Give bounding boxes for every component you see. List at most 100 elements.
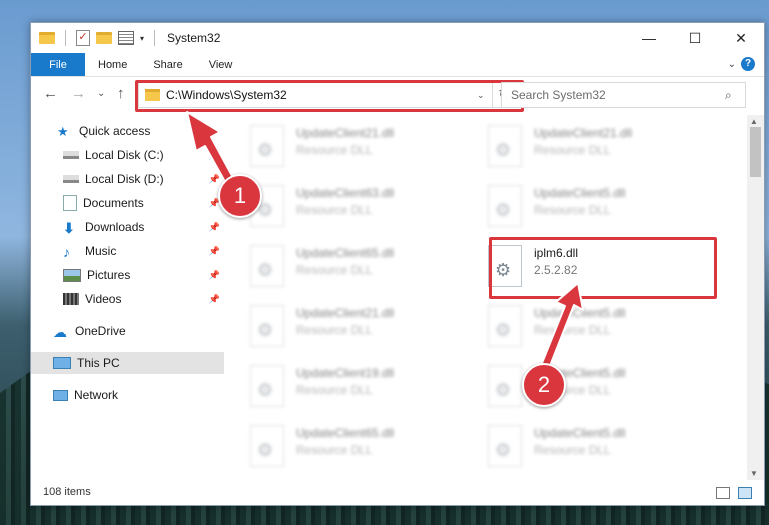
file-tile[interactable]: UpdateClient21.dll Resource DLL — [250, 121, 480, 173]
file-tile[interactable]: UpdateClient5.dll Resource DLL — [488, 301, 718, 353]
details-view-icon[interactable] — [716, 487, 730, 499]
file-tile[interactable]: UpdateClient5.dll Resource DLL — [488, 181, 718, 233]
sidebar-item-label: Downloads — [85, 220, 145, 234]
sidebar-item-downloads[interactable]: ⬇ Downloads 📌 — [31, 216, 224, 238]
drive-icon — [63, 175, 79, 183]
tab-share[interactable]: Share — [140, 53, 195, 76]
file-tile[interactable]: UpdateClient21.dll Resource DLL — [488, 121, 718, 173]
documents-icon — [63, 195, 77, 211]
navigation-pane: ★ Quick access Local Disk (C:) 📌 Local D… — [31, 115, 224, 475]
forward-arrow-icon[interactable]: → — [71, 85, 86, 102]
music-icon: ♪ — [63, 244, 70, 260]
recent-locations-icon[interactable]: ⌄ — [97, 88, 105, 99]
file-name: UpdateClient21.dll — [534, 126, 633, 140]
sidebar-item-pictures[interactable]: Pictures 📌 — [31, 264, 224, 286]
scroll-down-icon[interactable]: ▼ — [750, 469, 758, 478]
search-input[interactable]: Search System32 — [511, 88, 725, 102]
file-description: Resource DLL — [296, 383, 373, 397]
step-1-badge: 1 — [218, 174, 262, 218]
sidebar-item-label: Local Disk (C:) — [85, 148, 164, 162]
pin-icon[interactable]: 📌 — [209, 246, 220, 257]
cloud-icon: ☁ — [53, 324, 67, 340]
divider — [154, 30, 156, 46]
drive-icon — [63, 151, 79, 159]
file-description: Resource DLL — [296, 143, 373, 157]
pin-icon[interactable]: 📌 — [209, 150, 220, 161]
file-tile[interactable]: UpdateClient5.dll Resource DLL — [488, 421, 718, 473]
pin-icon[interactable]: 📌 — [209, 222, 220, 233]
scroll-up-icon[interactable]: ▲ — [750, 117, 758, 126]
dll-file-icon — [250, 245, 284, 287]
file-tile[interactable]: UpdateClient63.dll Resource DLL — [250, 181, 480, 233]
file-tile[interactable]: UpdateClient65.dll Resource DLL — [250, 421, 480, 473]
maximize-button[interactable]: ☐ — [672, 23, 718, 53]
address-highlight-box — [135, 80, 524, 112]
sidebar-item-onedrive[interactable]: ☁ OneDrive — [31, 320, 224, 342]
search-icon[interactable]: ⌕ — [725, 88, 745, 103]
search-box[interactable]: Search System32 ⌕ — [501, 82, 746, 108]
pin-icon[interactable]: 📌 — [209, 270, 220, 281]
window-controls: — ☐ ✕ — [626, 23, 764, 53]
quick-access-dropdown-icon[interactable]: ▾ — [140, 34, 144, 43]
view-toggle — [716, 487, 752, 499]
expand-ribbon-icon[interactable]: ⌄ — [728, 59, 736, 70]
sidebar-item-local-disk-d[interactable]: Local Disk (D:) 📌 — [31, 168, 224, 190]
file-description: Resource DLL — [534, 143, 611, 157]
file-tile[interactable]: UpdateClient65.dll Resource DLL — [250, 241, 480, 293]
pin-icon[interactable]: 📌 — [209, 294, 220, 305]
dll-file-icon — [250, 305, 284, 347]
properties-check-icon[interactable]: ✓ — [76, 30, 90, 46]
divider — [65, 30, 66, 46]
dll-file-icon — [250, 425, 284, 467]
sidebar-item-documents[interactable]: Documents 📌 — [31, 192, 224, 214]
vertical-scrollbar[interactable]: ▲ ▼ — [747, 115, 764, 480]
dll-file-icon — [488, 425, 522, 467]
help-icon[interactable]: ? — [741, 57, 755, 71]
sidebar-item-quick-access[interactable]: ★ Quick access — [31, 120, 224, 142]
close-button[interactable]: ✕ — [718, 23, 764, 53]
tab-file[interactable]: File — [31, 53, 85, 76]
file-explorer-window: ✓ ▾ System32 — ☐ ✕ File Home Share View … — [30, 22, 765, 506]
sidebar-item-label: Quick access — [79, 124, 151, 138]
file-tile[interactable]: UpdateClient21.dll Resource DLL — [250, 301, 480, 353]
minimize-button[interactable]: — — [626, 23, 672, 53]
tab-view[interactable]: View — [196, 53, 246, 76]
properties-icon[interactable] — [118, 31, 134, 45]
file-description: Resource DLL — [534, 203, 611, 217]
download-icon: ⬇ — [63, 220, 75, 236]
sidebar-item-local-disk-c[interactable]: Local Disk (C:) 📌 — [31, 144, 224, 166]
sidebar-item-videos[interactable]: Videos 📌 — [31, 288, 224, 310]
tiles-view-icon[interactable] — [738, 487, 752, 499]
dll-file-icon — [488, 305, 522, 347]
new-folder-icon[interactable] — [96, 32, 112, 44]
pin-icon[interactable]: 📌 — [209, 174, 220, 185]
sidebar-item-music[interactable]: ♪ Music 📌 — [31, 240, 224, 262]
sidebar-item-label: Local Disk (D:) — [85, 172, 164, 186]
tab-home[interactable]: Home — [85, 53, 140, 76]
dll-file-icon — [488, 125, 522, 167]
dll-file-icon — [488, 365, 522, 407]
dll-file-icon — [250, 365, 284, 407]
file-tile[interactable]: UpdateClient19.dll Resource DLL — [250, 361, 480, 413]
dll-file-icon — [488, 185, 522, 227]
star-icon: ★ — [57, 124, 69, 139]
file-name: UpdateClient63.dll — [296, 186, 395, 200]
file-description: Resource DLL — [296, 203, 373, 217]
title-bar: ✓ ▾ System32 — ☐ ✕ — [31, 23, 764, 53]
file-description: Resource DLL — [296, 443, 373, 457]
scroll-thumb[interactable] — [750, 127, 761, 177]
file-name: UpdateClient21.dll — [296, 126, 395, 140]
videos-icon — [63, 293, 79, 305]
file-name: UpdateClient5.dll — [534, 306, 626, 320]
pictures-icon — [63, 268, 81, 282]
window-title: System32 — [167, 31, 221, 45]
sidebar-item-label: Network — [74, 388, 119, 402]
sidebar-item-label: This PC — [77, 356, 120, 370]
sidebar-item-network[interactable]: Network — [31, 384, 224, 406]
back-arrow-icon[interactable]: ← — [43, 85, 58, 102]
sidebar-item-label: Music — [85, 244, 117, 258]
file-description: Resource DLL — [296, 323, 373, 337]
file-name: UpdateClient65.dll — [296, 426, 395, 440]
sidebar-item-this-pc[interactable]: This PC — [31, 352, 224, 374]
up-arrow-icon[interactable]: ↑ — [117, 85, 125, 102]
